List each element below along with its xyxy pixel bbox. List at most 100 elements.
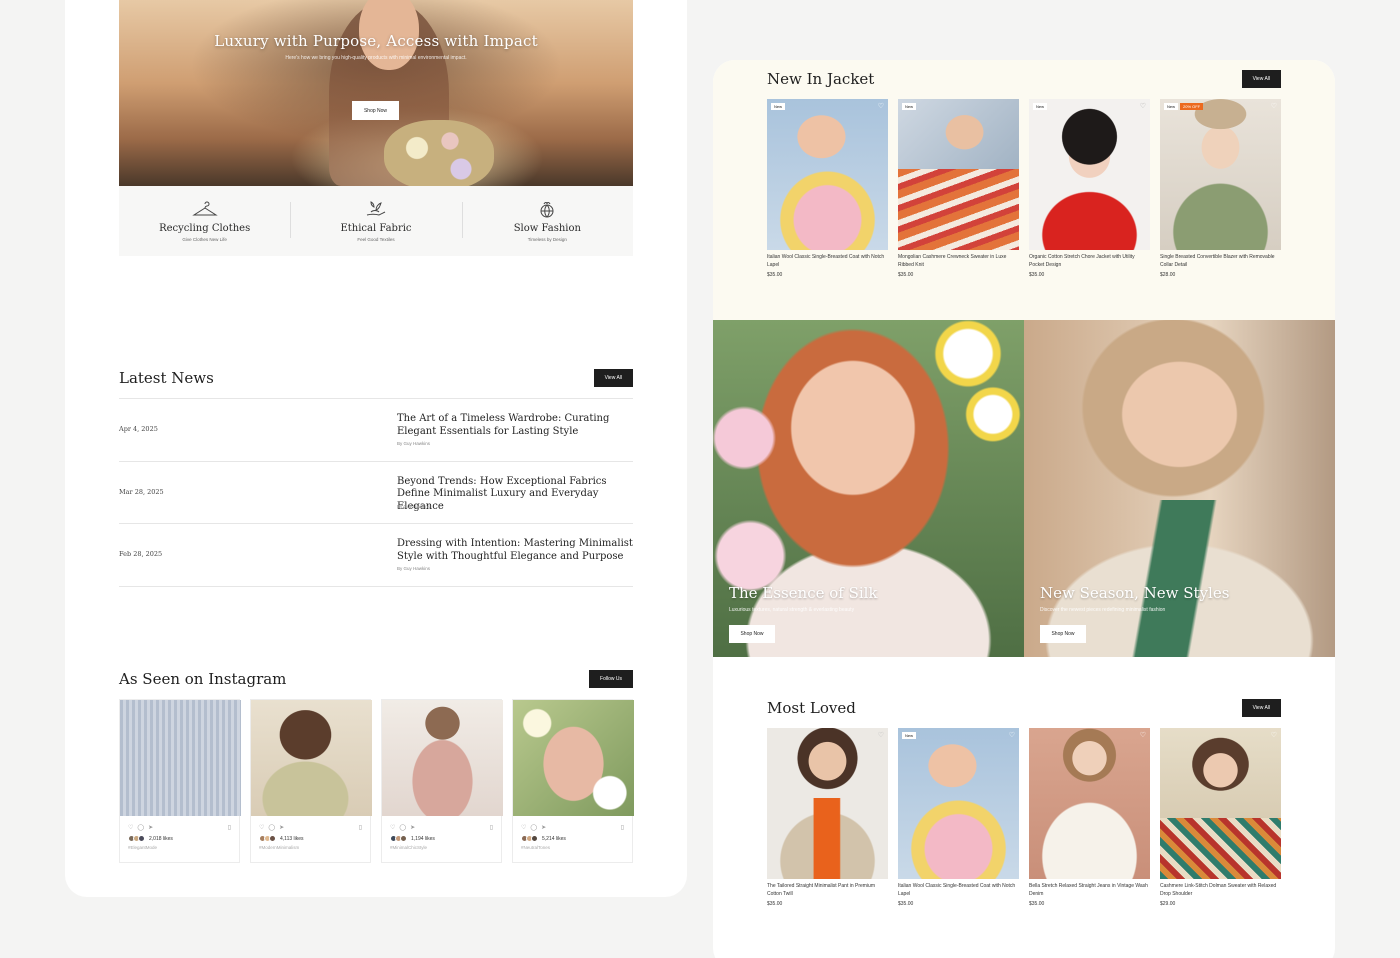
hero-shop-now-button[interactable]: Shop Now — [352, 101, 399, 120]
new-in-title: New In Jacket — [767, 70, 875, 88]
heart-icon[interactable]: ♡ — [1140, 102, 1146, 110]
product-price: $28.00 — [1160, 272, 1176, 278]
instagram-post[interactable]: ♡ ◯ ➤ ▯ 4,113 likes #ModernMinimalism — [250, 699, 372, 863]
product-image[interactable]: ♡ — [767, 728, 888, 879]
product-card[interactable]: ♡ Bella Stretch Relaxed Straight Jeans i… — [1029, 728, 1150, 907]
left-page-panel: Luxury with Purpose, Access with Impact … — [65, 0, 687, 897]
product-name[interactable]: Organic Cotton Stretch Chore Jacket with… — [1029, 253, 1150, 269]
post-actions: ♡ ◯ ➤ ▯ — [513, 816, 632, 832]
share-icon[interactable]: ➤ — [541, 824, 546, 832]
likes-count: 5,214 likes — [542, 835, 566, 842]
heart-icon[interactable]: ♡ — [878, 102, 884, 110]
product-card[interactable]: New ♡ Italian Wool Classic Single-Breast… — [767, 99, 888, 278]
promo-banner-silk[interactable]: The Essence of Silk Luxurious textures, … — [713, 320, 1024, 657]
instagram-post-image[interactable] — [120, 700, 241, 816]
share-icon[interactable]: ➤ — [279, 824, 284, 832]
heart-icon[interactable]: ♡ — [128, 824, 133, 832]
instagram-post[interactable]: ♡ ◯ ➤ ▯ 2,018 likes #ElegantMode — [119, 699, 241, 863]
post-likes: 2,018 likes — [120, 832, 239, 842]
feature-subtitle: Timeless by Design — [527, 236, 567, 242]
heart-icon[interactable]: ♡ — [259, 824, 264, 832]
comment-icon[interactable]: ◯ — [530, 824, 537, 832]
heart-icon[interactable]: ♡ — [878, 731, 884, 739]
news-list: Apr 4, 2025 The Art of a Timeless Wardro… — [119, 398, 633, 587]
heart-icon[interactable]: ♡ — [390, 824, 395, 832]
new-badge: New — [902, 103, 917, 110]
product-name[interactable]: Cashmere Link-Stitch Dolman Sweater with… — [1160, 882, 1281, 898]
hero-banner: Luxury with Purpose, Access with Impact … — [119, 0, 633, 186]
product-card[interactable]: New ♡ Organic Cotton Stretch Chore Jacke… — [1029, 99, 1150, 278]
post-hashtag[interactable]: #NeutralTones — [513, 842, 632, 850]
post-hashtag[interactable]: #ElegantMode — [120, 842, 239, 850]
product-price: $35.00 — [1029, 272, 1045, 278]
news-item[interactable]: Feb 28, 2025 Dressing with Intention: Ma… — [119, 524, 633, 587]
product-name[interactable]: Single Breasted Convertible Blazer with … — [1160, 253, 1281, 269]
promo-title: New Season, New Styles — [1040, 584, 1230, 602]
share-icon[interactable]: ➤ — [410, 824, 415, 832]
product-card[interactable]: ♡ The Tailored Straight Minimalist Pant … — [767, 728, 888, 907]
bookmark-icon[interactable]: ▯ — [490, 824, 493, 831]
comment-icon[interactable]: ◯ — [268, 824, 275, 832]
product-card[interactable]: New ♡ Italian Wool Classic Single-Breast… — [898, 728, 1019, 907]
most-loved-view-all-button[interactable]: View All — [1241, 699, 1281, 717]
bookmark-icon[interactable]: ▯ — [621, 824, 624, 831]
likes-count: 4,113 likes — [280, 835, 304, 842]
news-author: By Guy Hawkins — [397, 503, 431, 509]
instagram-post[interactable]: ♡ ◯ ➤ ▯ 5,214 likes #NeutralTones — [512, 699, 634, 863]
promo-shop-now-button[interactable]: Shop Now — [729, 625, 775, 643]
features-bar: Recycling Clothes Give Clothes New Life … — [119, 186, 633, 256]
heart-icon[interactable]: ♡ — [1271, 731, 1277, 739]
promo-banner-new-season[interactable]: New Season, New Styles Discover the newe… — [1024, 320, 1335, 657]
promo-subtitle: Luxurious textures, natural strength & e… — [729, 607, 855, 613]
sale-badge: 20% OFF — [1180, 103, 1204, 110]
product-image[interactable]: New ♡ — [767, 99, 888, 250]
bookmark-icon[interactable]: ▯ — [228, 824, 231, 831]
new-badge: New — [1164, 103, 1179, 110]
instagram-post-image[interactable] — [382, 700, 503, 816]
heart-icon[interactable]: ♡ — [1271, 102, 1277, 110]
share-icon[interactable]: ➤ — [148, 824, 153, 832]
post-hashtag[interactable]: #ModernMinimalism — [251, 842, 370, 850]
new-badge: New — [902, 732, 917, 739]
news-title[interactable]: Beyond Trends: How Exceptional Fabrics D… — [397, 476, 633, 514]
feature-title: Recycling Clothes — [159, 222, 251, 234]
product-name[interactable]: The Tailored Straight Minimalist Pant in… — [767, 882, 888, 898]
product-image[interactable]: New ♡ — [1029, 99, 1150, 250]
news-view-all-button[interactable]: View All — [593, 369, 633, 387]
news-item[interactable]: Apr 4, 2025 The Art of a Timeless Wardro… — [119, 399, 633, 462]
post-actions: ♡ ◯ ➤ ▯ — [382, 816, 501, 832]
instagram-post-image[interactable] — [251, 700, 372, 816]
instagram-post-image[interactable] — [513, 700, 634, 816]
product-image[interactable]: New ♡ — [898, 728, 1019, 879]
follow-us-button[interactable]: Follow Us — [589, 670, 633, 688]
news-title[interactable]: Dressing with Intention: Mastering Minim… — [397, 538, 633, 563]
product-image[interactable]: ♡ — [1029, 728, 1150, 879]
comment-icon[interactable]: ◯ — [137, 824, 144, 832]
product-image[interactable]: New — [898, 99, 1019, 250]
instagram-title: As Seen on Instagram — [119, 670, 287, 688]
product-name[interactable]: Mongolian Cashmere Crewneck Sweater in L… — [898, 253, 1019, 269]
promo-shop-now-button[interactable]: Shop Now — [1040, 625, 1086, 643]
product-price: $35.00 — [1029, 901, 1045, 907]
post-hashtag[interactable]: #MinimalChicStyle — [382, 842, 501, 850]
product-image[interactable]: ♡ — [1160, 728, 1281, 879]
product-card[interactable]: ♡ Cashmere Link-Stitch Dolman Sweater wi… — [1160, 728, 1281, 907]
news-date: Feb 28, 2025 — [119, 550, 163, 558]
heart-icon[interactable]: ♡ — [1140, 731, 1146, 739]
instagram-post[interactable]: ♡ ◯ ➤ ▯ 1,194 likes #MinimalChicStyle — [381, 699, 503, 863]
heart-icon[interactable]: ♡ — [521, 824, 526, 832]
globe-leaf-icon — [540, 201, 554, 217]
news-item[interactable]: Mar 28, 2025 Beyond Trends: How Exceptio… — [119, 462, 633, 524]
product-name[interactable]: Bella Stretch Relaxed Straight Jeans in … — [1029, 882, 1150, 898]
product-name[interactable]: Italian Wool Classic Single-Breasted Coa… — [767, 253, 888, 269]
product-card[interactable]: New Mongolian Cashmere Crewneck Sweater … — [898, 99, 1019, 278]
product-name[interactable]: Italian Wool Classic Single-Breasted Coa… — [898, 882, 1019, 898]
feature-title: Ethical Fabric — [340, 222, 412, 234]
new-in-view-all-button[interactable]: View All — [1241, 70, 1281, 88]
heart-icon[interactable]: ♡ — [1009, 731, 1015, 739]
comment-icon[interactable]: ◯ — [399, 824, 406, 832]
bookmark-icon[interactable]: ▯ — [359, 824, 362, 831]
news-title[interactable]: The Art of a Timeless Wardrobe: Curating… — [397, 413, 633, 438]
product-card[interactable]: New 20% OFF ♡ Single Breasted Convertibl… — [1160, 99, 1281, 278]
product-image[interactable]: New 20% OFF ♡ — [1160, 99, 1281, 250]
